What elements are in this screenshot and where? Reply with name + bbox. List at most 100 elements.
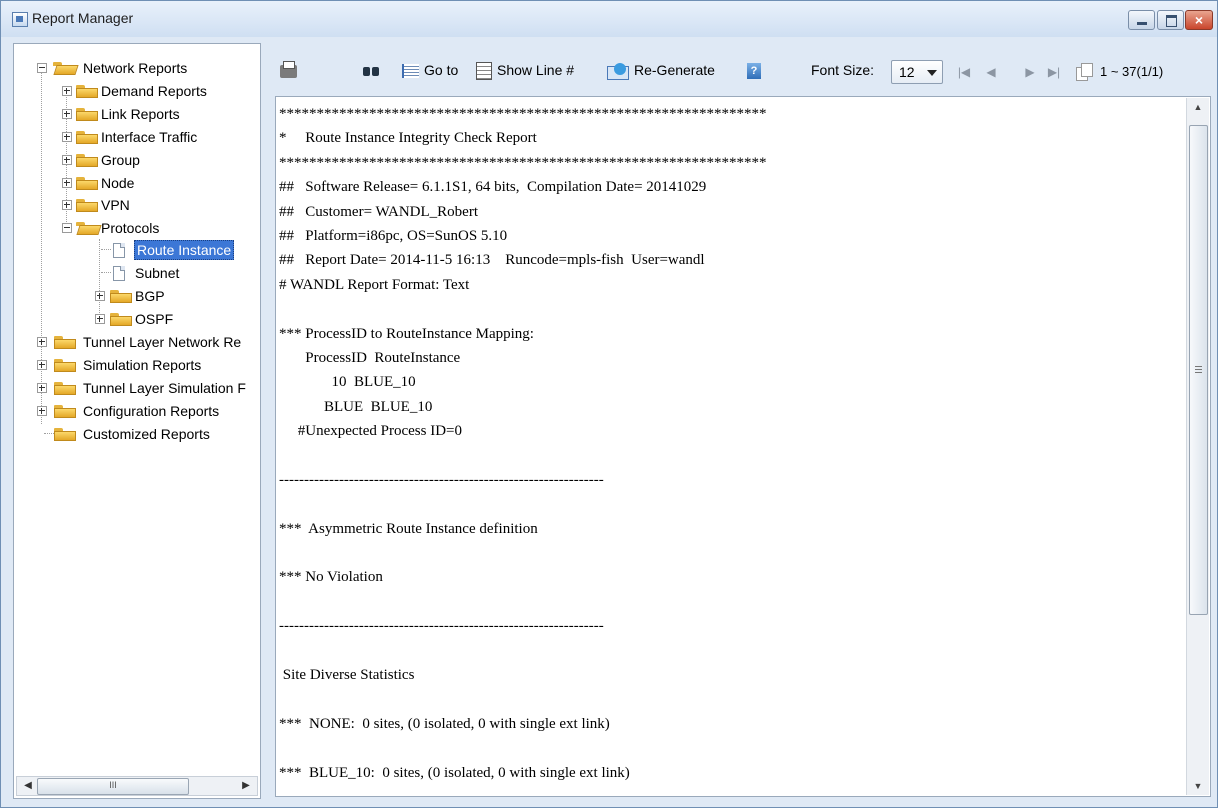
report-line: ----------------------------------------… xyxy=(279,471,604,488)
folder-icon xyxy=(110,290,132,303)
report-line: ****************************************… xyxy=(279,106,767,122)
folder-icon xyxy=(76,154,98,167)
tree-item-label: Configuration Reports xyxy=(83,403,220,419)
scroll-down-icon[interactable]: ▼ xyxy=(1187,777,1209,795)
report-view-panel: Go to Show Line # Re-Generate ? Font Siz… xyxy=(266,43,1211,799)
tree-item-vpn[interactable]: VPN xyxy=(14,195,260,215)
font-size-label: Font Size: xyxy=(811,62,875,78)
show-line-button[interactable]: Show Line # xyxy=(476,62,574,84)
report-line xyxy=(279,443,767,467)
tree-item-tunnel-layer-network[interactable]: Tunnel Layer Network Re xyxy=(14,332,260,352)
tree-item-group[interactable]: Group xyxy=(14,150,260,170)
goto-icon xyxy=(402,64,419,79)
report-tree-panel: Network Reports Demand Reports Link Repo… xyxy=(13,43,261,799)
folder-icon xyxy=(54,428,76,441)
goto-button[interactable]: Go to xyxy=(402,62,458,84)
minimize-button[interactable] xyxy=(1128,10,1155,30)
tree-item-simulation-reports[interactable]: Simulation Reports xyxy=(14,355,260,375)
tree-item-network-reports[interactable]: Network Reports xyxy=(14,58,260,78)
print-button[interactable] xyxy=(280,60,302,84)
expand-icon[interactable] xyxy=(62,178,72,188)
folder-icon xyxy=(76,85,98,98)
report-line: 10 BLUE_10 xyxy=(279,374,416,391)
goto-label: Go to xyxy=(424,62,459,78)
chevron-down-icon xyxy=(927,70,937,76)
report-line: *** Asymmetric Route Instance definition xyxy=(279,520,538,537)
previous-page-icon[interactable]: ◀ xyxy=(984,65,998,79)
report-vertical-scrollbar[interactable]: ▲ ▼ xyxy=(1186,98,1209,795)
expand-icon[interactable] xyxy=(95,314,105,324)
report-tree: Network Reports Demand Reports Link Repo… xyxy=(14,44,260,768)
folder-icon xyxy=(76,199,98,212)
last-page-icon[interactable]: ▶| xyxy=(1047,65,1061,79)
tree-item-label: Link Reports xyxy=(101,106,180,122)
close-icon: × xyxy=(1194,12,1204,28)
tree-horizontal-scrollbar[interactable]: ◀ III ▶ xyxy=(16,776,258,796)
scroll-thumb[interactable]: III xyxy=(37,778,189,795)
tree-item-configuration-reports[interactable]: Configuration Reports xyxy=(14,401,260,421)
report-line xyxy=(279,736,767,760)
tree-item-route-instance[interactable]: Route Instance xyxy=(14,240,260,260)
expand-icon[interactable] xyxy=(95,291,105,301)
tree-item-tunnel-layer-simulation[interactable]: Tunnel Layer Simulation F xyxy=(14,378,260,398)
help-button[interactable]: ? xyxy=(747,62,766,84)
expand-icon[interactable] xyxy=(62,109,72,119)
title-bar[interactable]: Report Manager × xyxy=(1,1,1217,37)
regenerate-label: Re-Generate xyxy=(634,62,715,78)
regenerate-button[interactable]: Re-Generate xyxy=(607,62,715,84)
folder-icon xyxy=(54,336,76,349)
collapse-icon[interactable] xyxy=(62,223,72,233)
maximize-button[interactable] xyxy=(1157,10,1184,30)
pages-icon[interactable] xyxy=(1076,63,1093,81)
report-line: ## Customer= WANDL_Robert xyxy=(279,203,478,220)
expand-icon[interactable] xyxy=(37,360,47,370)
report-line xyxy=(279,639,767,663)
folder-open-icon xyxy=(76,222,102,235)
collapse-icon[interactable] xyxy=(37,63,47,73)
report-toolbar: Go to Show Line # Re-Generate ? Font Siz… xyxy=(266,43,1210,91)
tree-item-label: OSPF xyxy=(135,311,174,327)
font-size-select[interactable]: 12 xyxy=(891,60,943,84)
tree-item-label: Network Reports xyxy=(83,60,188,76)
tree-item-interface-traffic[interactable]: Interface Traffic xyxy=(14,127,260,147)
tree-item-demand-reports[interactable]: Demand Reports xyxy=(14,81,260,101)
expand-icon[interactable] xyxy=(62,132,72,142)
tree-item-label: VPN xyxy=(101,197,130,213)
find-button[interactable] xyxy=(363,62,385,84)
report-line: *** BLUE_10: 0 sites, (0 isolated, 0 wit… xyxy=(279,764,630,781)
expand-icon[interactable] xyxy=(62,86,72,96)
tree-item-customized-reports[interactable]: Customized Reports xyxy=(14,424,260,444)
expand-icon[interactable] xyxy=(62,155,72,165)
tree-item-label: Customized Reports xyxy=(83,426,210,442)
next-page-icon[interactable]: ▶ xyxy=(1023,65,1037,79)
line-numbers-icon xyxy=(476,62,492,81)
tree-item-label-selected: Route Instance xyxy=(134,240,235,260)
print-icon xyxy=(280,60,297,78)
tree-item-label: Demand Reports xyxy=(101,83,207,99)
tree-item-subnet[interactable]: Subnet xyxy=(14,263,260,283)
scroll-up-icon[interactable]: ▲ xyxy=(1187,98,1209,116)
scroll-left-icon[interactable]: ◀ xyxy=(19,777,37,795)
report-line: ProcessID RouteInstance xyxy=(279,349,461,366)
tree-item-bgp[interactable]: BGP xyxy=(14,286,260,306)
tree-item-protocols[interactable]: Protocols xyxy=(14,218,260,238)
expand-icon[interactable] xyxy=(37,337,47,347)
expand-icon[interactable] xyxy=(37,383,47,393)
page-info: 1 ~ 37(1/1) xyxy=(1100,64,1164,79)
expand-icon[interactable] xyxy=(62,200,72,210)
document-icon xyxy=(113,266,125,281)
tree-item-label: Interface Traffic xyxy=(101,129,198,145)
first-page-icon[interactable]: |◀ xyxy=(957,65,971,79)
tree-item-label: Group xyxy=(101,152,140,168)
close-button[interactable]: × xyxy=(1185,10,1213,30)
expand-icon[interactable] xyxy=(37,406,47,416)
tree-item-ospf[interactable]: OSPF xyxy=(14,309,260,329)
tree-item-link-reports[interactable]: Link Reports xyxy=(14,104,260,124)
scroll-right-icon[interactable]: ▶ xyxy=(237,777,255,795)
report-text-area[interactable]: ****************************************… xyxy=(275,96,1211,797)
tree-item-node[interactable]: Node xyxy=(14,173,260,193)
report-manager-window: Report Manager × Network Reports Demand … xyxy=(0,0,1218,808)
scroll-thumb[interactable] xyxy=(1189,125,1208,615)
tree-item-label: Subnet xyxy=(135,265,180,281)
folder-icon xyxy=(54,405,76,418)
